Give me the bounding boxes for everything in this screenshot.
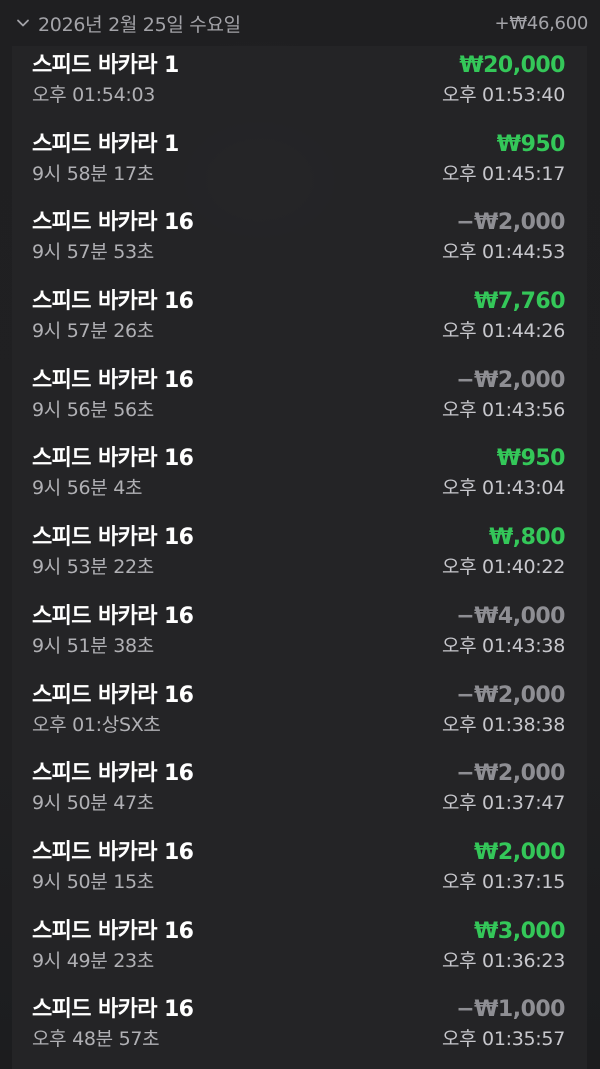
- amount: ₩7,760: [474, 289, 565, 315]
- game-title: 스피드 바카라 16: [32, 839, 194, 865]
- transaction-time: 오후 01:44:26: [441, 320, 565, 343]
- game-title: 스피드 바카라 16: [32, 997, 194, 1023]
- round-time: 오후 01:54:03: [32, 84, 156, 106]
- transaction-value: ₩3,000 오후 01:36:23: [441, 917, 566, 975]
- transaction-info: 스피드 바카라 16 9시 57분 53초: [32, 208, 194, 266]
- transaction-info: 스피드 바카라 16 9시 56분 4초: [32, 444, 194, 502]
- transaction-row[interactable]: 스피드 바카라 16 9시 53분 22초 ₩,800 오후 01:40:22: [12, 518, 587, 597]
- transaction-value: −₩4,000 오후 01:43:38: [441, 602, 566, 660]
- transaction-time: 오후 01:53:40: [441, 84, 565, 106]
- transaction-value: −₩1,000 오후 01:35:57: [441, 995, 566, 1053]
- transaction-time: 오후 01:37:47: [441, 792, 565, 815]
- transaction-info: 스피드 바카라 16 9시 56분 56초: [32, 366, 194, 424]
- transaction-row[interactable]: 스피드 바카라 1 오후 01:54:03 ₩20,000 오후 01:53:40: [12, 46, 587, 125]
- transaction-info: 스피드 바카라 16 9시 50분 15초: [32, 838, 194, 896]
- amount: −₩4,000: [456, 603, 565, 629]
- round-time: 9시 56분 56초: [32, 398, 154, 421]
- transaction-value: ₩,800 오후 01:40:22: [441, 523, 566, 581]
- game-title: 스피드 바카라 16: [32, 525, 194, 551]
- game-title: 스피드 바카라 1: [32, 131, 179, 157]
- transaction-value: −₩2,000 오후 01:44:53: [441, 208, 566, 266]
- amount: ₩3,000: [474, 918, 565, 944]
- round-time: 9시 56분 4초: [32, 477, 143, 500]
- transaction-time: 오후 01:43:38: [441, 634, 565, 657]
- transaction-info: 스피드 바카라 16 9시 51분 38초: [32, 602, 194, 660]
- transaction-info: 스피드 바카라 16 9시 57분 26초: [32, 287, 194, 345]
- game-title: 스피드 바카라 16: [32, 603, 194, 629]
- round-time: 9시 49분 23초: [32, 949, 154, 972]
- transaction-row[interactable]: 스피드 바카라 1 9시 58분 17초 ₩950 오후 01:45:17: [12, 125, 587, 204]
- transaction-row[interactable]: 스피드 바카라 16 9시 50분 15초 ₩2,000 오후 01:37:15: [12, 833, 587, 912]
- game-title: 스피드 바카라 16: [32, 682, 194, 708]
- round-time: 9시 53분 22초: [32, 556, 154, 579]
- amount: −₩2,000: [456, 367, 565, 393]
- group-total: +₩46,600: [494, 12, 589, 34]
- game-title: 스피드 바카라 16: [32, 761, 194, 787]
- transaction-value: −₩2,000 오후 01:43:56: [441, 366, 566, 424]
- amount: ₩,800: [488, 525, 566, 551]
- amount: −₩2,000: [456, 682, 565, 708]
- transaction-time: 오후 01:36:23: [441, 949, 565, 972]
- transaction-value: ₩20,000 오후 01:53:40: [441, 51, 566, 109]
- round-time: 9시 57분 26초: [32, 320, 154, 343]
- round-time: 9시 57분 53초: [32, 241, 154, 264]
- transaction-row[interactable]: 스피드 바카라 16 9시 57분 53초 −₩2,000 오후 01:44:53: [12, 203, 587, 282]
- transaction-row[interactable]: 스피드 바카라 16 9시 51분 38초 −₩4,000 오후 01:43:38: [12, 597, 587, 676]
- round-time: 9시 58분 17초: [32, 162, 154, 185]
- transaction-info: 스피드 바카라 1 오후 01:54:03: [32, 51, 179, 109]
- transaction-time: 오후 01:44:53: [441, 241, 565, 264]
- transaction-row[interactable]: 스피드 바카라 16 9시 56분 56초 −₩2,000 오후 01:43:56: [12, 361, 587, 440]
- transaction-time: 오후 01:40:22: [441, 556, 565, 579]
- transaction-info: 스피드 바카라 1 9시 58분 17초: [32, 130, 179, 188]
- game-title: 스피드 바카라 16: [32, 918, 194, 944]
- round-time: 오후 01:상SX초: [32, 713, 161, 736]
- transaction-list: 스피드 바카라 1 오후 01:54:03 ₩20,000 오후 01:53:40 스피…: [12, 46, 587, 1069]
- transaction-info: 스피드 바카라 16 오후 01:상SX초: [32, 681, 194, 739]
- amount: −₩2,000: [456, 761, 565, 787]
- amount: ₩20,000: [459, 53, 565, 78]
- transaction-time: 오후 01:37:15: [441, 870, 565, 893]
- transaction-value: ₩2,000 오후 01:37:15: [441, 838, 566, 896]
- transaction-info: 스피드 바카라 16 9시 53분 22초: [32, 523, 194, 581]
- transaction-row[interactable]: 스피드 바카라 16 9시 56분 4초 ₩950 오후 01:43:04: [12, 439, 587, 518]
- transaction-row[interactable]: 스피드 바카라 16 9시 57분 26초 ₩7,760 오후 01:44:26: [12, 282, 587, 361]
- round-time: 9시 50분 47초: [32, 792, 154, 815]
- round-time: 9시 51분 38초: [32, 634, 154, 657]
- game-title: 스피드 바카라 16: [32, 367, 194, 393]
- transaction-info: 스피드 바카라 16 9시 49분 23초: [32, 917, 194, 975]
- group-date: 2026년 2월 25일 수요일: [38, 13, 241, 36]
- game-title: 스피드 바카라 16: [32, 289, 194, 315]
- amount: ₩950: [496, 131, 566, 157]
- round-time: 오후 48분 57초: [32, 1028, 160, 1051]
- round-time: 9시 50분 15초: [32, 870, 154, 893]
- game-title: 스피드 바카라 16: [32, 210, 194, 236]
- amount: −₩2,000: [456, 210, 565, 236]
- transaction-info: 스피드 바카라 16 오후 48분 57초: [32, 995, 194, 1053]
- game-title: 스피드 바카라 1: [32, 53, 179, 78]
- transaction-value: ₩7,760 오후 01:44:26: [441, 287, 566, 345]
- transaction-time: 오후 01:35:57: [441, 1028, 565, 1051]
- transaction-row[interactable]: 스피드 바카라 16 9시 50분 47초 −₩2,000 오후 01:37:47: [12, 754, 587, 833]
- transaction-row[interactable]: 스피드 바카라 16 9시 49분 23초 ₩3,000 오후 01:36:23: [12, 912, 587, 991]
- amount: ₩950: [496, 446, 566, 472]
- transaction-value: ₩950 오후 01:43:04: [441, 444, 566, 502]
- chevron-down-icon[interactable]: [14, 14, 32, 32]
- transaction-row[interactable]: 스피드 바카라 16 오후 48분 57초 −₩1,000 오후 01:35:57: [12, 990, 587, 1069]
- transaction-row[interactable]: 스피드 바카라 16 오후 01:상SX초 −₩2,000 오후 01:38:38: [12, 676, 587, 755]
- amount: ₩2,000: [474, 839, 565, 865]
- transaction-time: 오후 01:45:17: [441, 162, 565, 185]
- transaction-time: 오후 01:43:56: [441, 398, 565, 421]
- transaction-time: 오후 01:38:38: [441, 713, 565, 736]
- transaction-value: ₩950 오후 01:45:17: [441, 130, 566, 188]
- transaction-info: 스피드 바카라 16 9시 50분 47초: [32, 759, 194, 817]
- date-group-header[interactable]: 2026년 2월 25일 수요일 +₩46,600: [0, 0, 600, 46]
- amount: −₩1,000: [456, 997, 565, 1023]
- transaction-value: −₩2,000 오후 01:38:38: [441, 681, 566, 739]
- game-title: 스피드 바카라 16: [32, 446, 194, 472]
- transaction-time: 오후 01:43:04: [441, 477, 565, 500]
- transaction-value: −₩2,000 오후 01:37:47: [441, 759, 566, 817]
